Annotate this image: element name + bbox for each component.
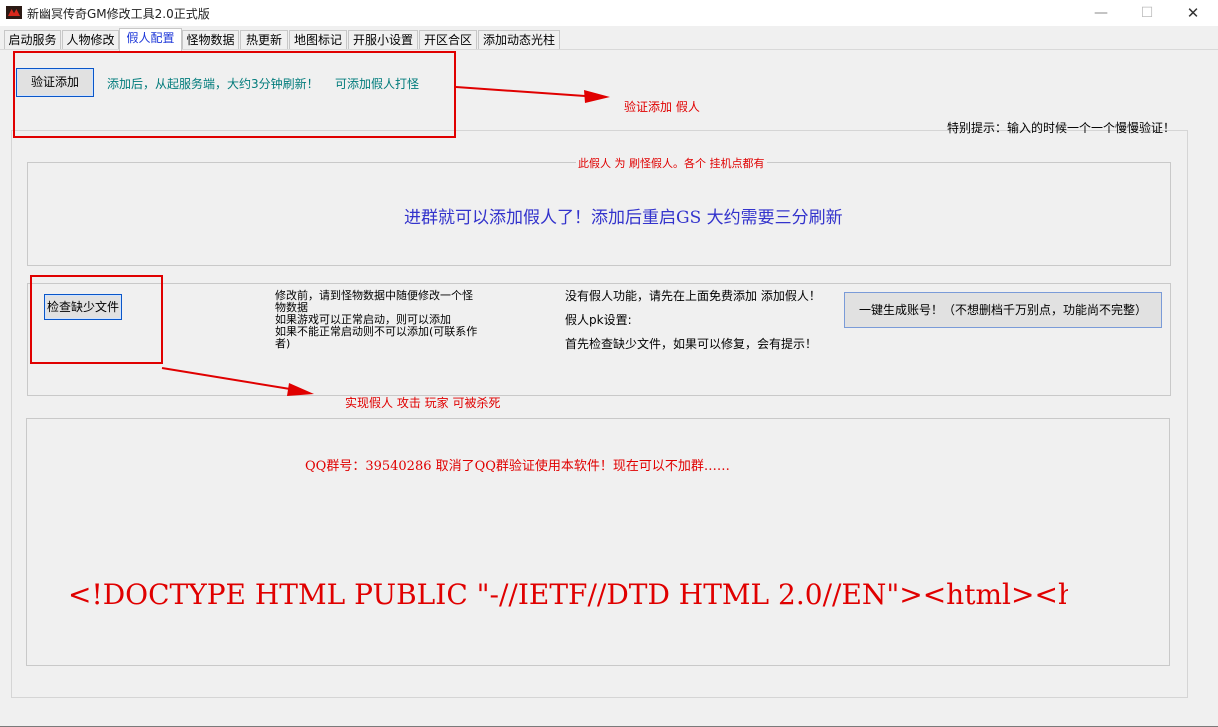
annotation-arrows (161, 86, 610, 396)
verify-arrow (455, 86, 610, 103)
pk-arrow (161, 367, 314, 396)
tab-bot-config[interactable]: 假人配置 (119, 28, 182, 51)
